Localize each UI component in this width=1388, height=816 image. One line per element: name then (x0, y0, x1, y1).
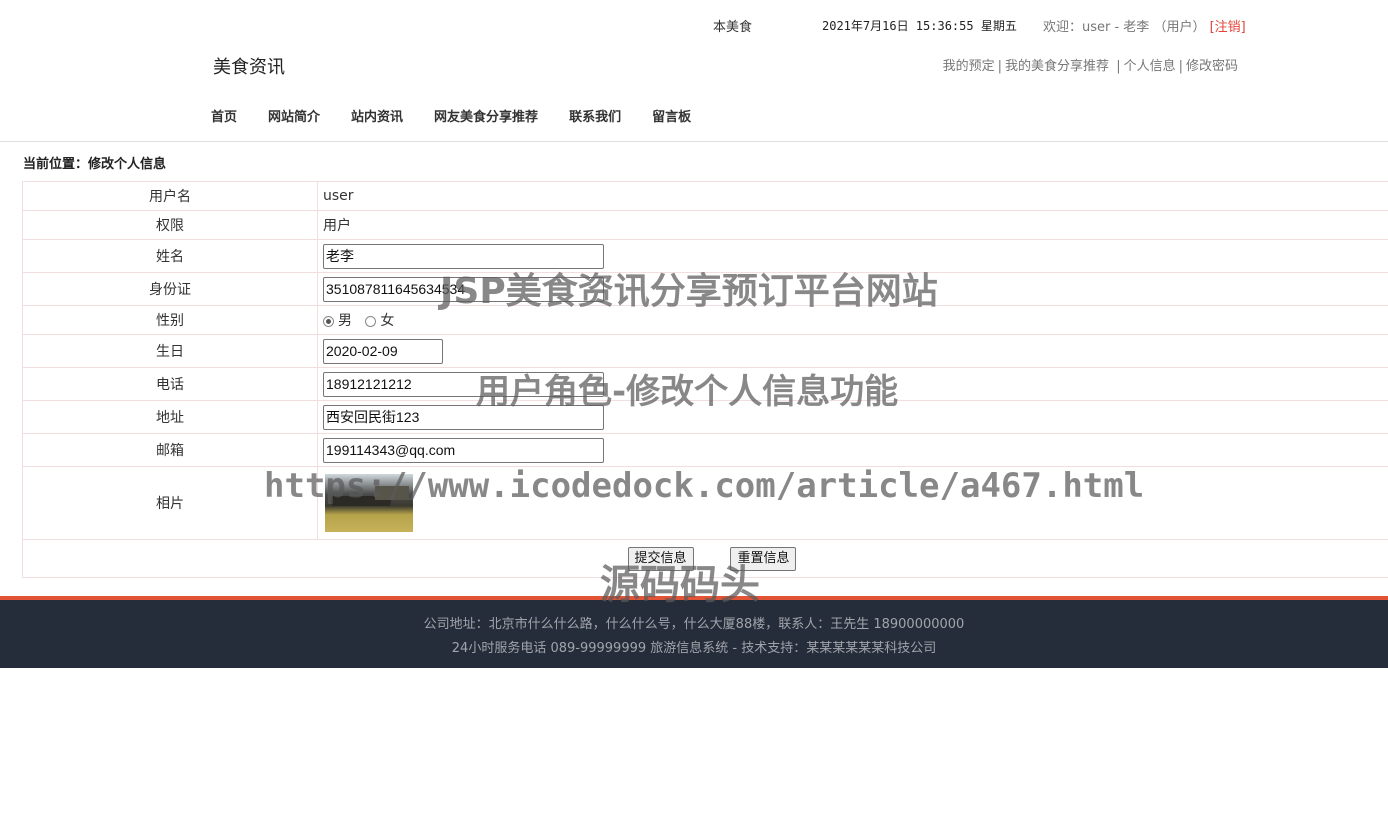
top-bar: 本美食 2021年7月16日 15:36:55 星期五 欢迎：user - 老李… (0, 0, 1388, 48)
main-nav: 首页 网站简介 站内资讯 网友美食分享推荐 联系我们 留言板 (211, 106, 722, 125)
name-input[interactable]: 老李 (323, 243, 604, 269)
photo-label: 相片 (22, 466, 318, 540)
welcome-user: 欢迎：user - 老李 （用户） (1043, 20, 1206, 35)
birthday-input[interactable]: 2020-02-09 (323, 338, 443, 364)
nav-contact[interactable]: 联系我们 (569, 106, 621, 125)
submit-button[interactable]: 提交信息 (627, 546, 694, 571)
footer-service: 24小时服务电话 089-99999999 旅游信息系统 - 技术支持：某某某某… (451, 641, 937, 656)
logout-link[interactable]: [注销] (1210, 20, 1246, 35)
email-label: 邮箱 (22, 433, 318, 467)
username-value: user (317, 181, 1388, 211)
username-label: 用户名 (22, 181, 318, 211)
phone-label: 电话 (22, 367, 318, 401)
my-food-share-link[interactable]: 我的美食分享推荐 (1005, 59, 1109, 74)
profile-link[interactable]: 个人信息 (1124, 59, 1176, 74)
change-password-link[interactable]: 修改密码 (1186, 59, 1238, 74)
nav-food-share[interactable]: 网友美食分享推荐 (434, 106, 538, 125)
id-label: 身份证 (22, 272, 318, 306)
site-title: 美食资讯 (213, 57, 285, 78)
separator: | (1178, 59, 1183, 74)
gender-label: 性别 (22, 305, 318, 335)
user-links: 我的预定 | 我的美食分享推荐 | 个人信息 | 修改密码 (943, 55, 1238, 74)
profile-photo (325, 474, 413, 532)
gender-female-radio[interactable] (365, 315, 377, 327)
gender-female-label: 女 (380, 313, 395, 329)
reset-button[interactable]: 重置信息 (730, 546, 797, 571)
welcome-text: 欢迎：user - 老李 （用户） [注销] (1043, 16, 1246, 35)
header: 美食资讯 我的预定 | 我的美食分享推荐 | 个人信息 | 修改密码 首页 网站简介 站内… (0, 48, 1388, 142)
birthday-label: 生日 (22, 334, 318, 368)
footer: 公司地址：北京市什么什么路，什么什么号，什么大厦88楼，联系人：王先生 1890… (0, 596, 1388, 668)
my-reservations-link[interactable]: 我的预定 (943, 59, 995, 74)
nav-home[interactable]: 首页 (211, 106, 237, 125)
footer-address: 公司地址：北京市什么什么路，什么什么号，什么大厦88楼，联系人：王先生 1890… (423, 617, 965, 632)
brand-small: 本美食 (713, 20, 753, 35)
separator: | (997, 59, 1003, 74)
id-card-input[interactable]: 351087811645634534 (323, 276, 604, 302)
nav-about[interactable]: 网站简介 (268, 106, 320, 125)
role-value: 用户 (317, 210, 1388, 240)
gender-male-radio[interactable] (323, 315, 334, 327)
address-label: 地址 (22, 400, 318, 434)
clock: 2021年7月16日 15:36:55 星期五 (822, 19, 1017, 33)
address-input[interactable]: 西安回民街123 (323, 404, 604, 430)
profile-form: 用户名 user 权限 用户 姓名 老李 身份证 351087811645634… (22, 181, 1388, 578)
nav-news[interactable]: 站内资讯 (351, 106, 403, 125)
phone-input[interactable]: 18912121212 (323, 371, 604, 397)
gender-male-label: 男 (338, 313, 352, 329)
breadcrumb: 当前位置：修改个人信息 (23, 157, 167, 172)
separator: | (1112, 59, 1121, 74)
email-input[interactable]: 199114343@qq.com (323, 437, 604, 463)
role-label: 权限 (22, 210, 318, 240)
name-label: 姓名 (22, 239, 318, 273)
nav-guestbook[interactable]: 留言板 (652, 106, 691, 125)
